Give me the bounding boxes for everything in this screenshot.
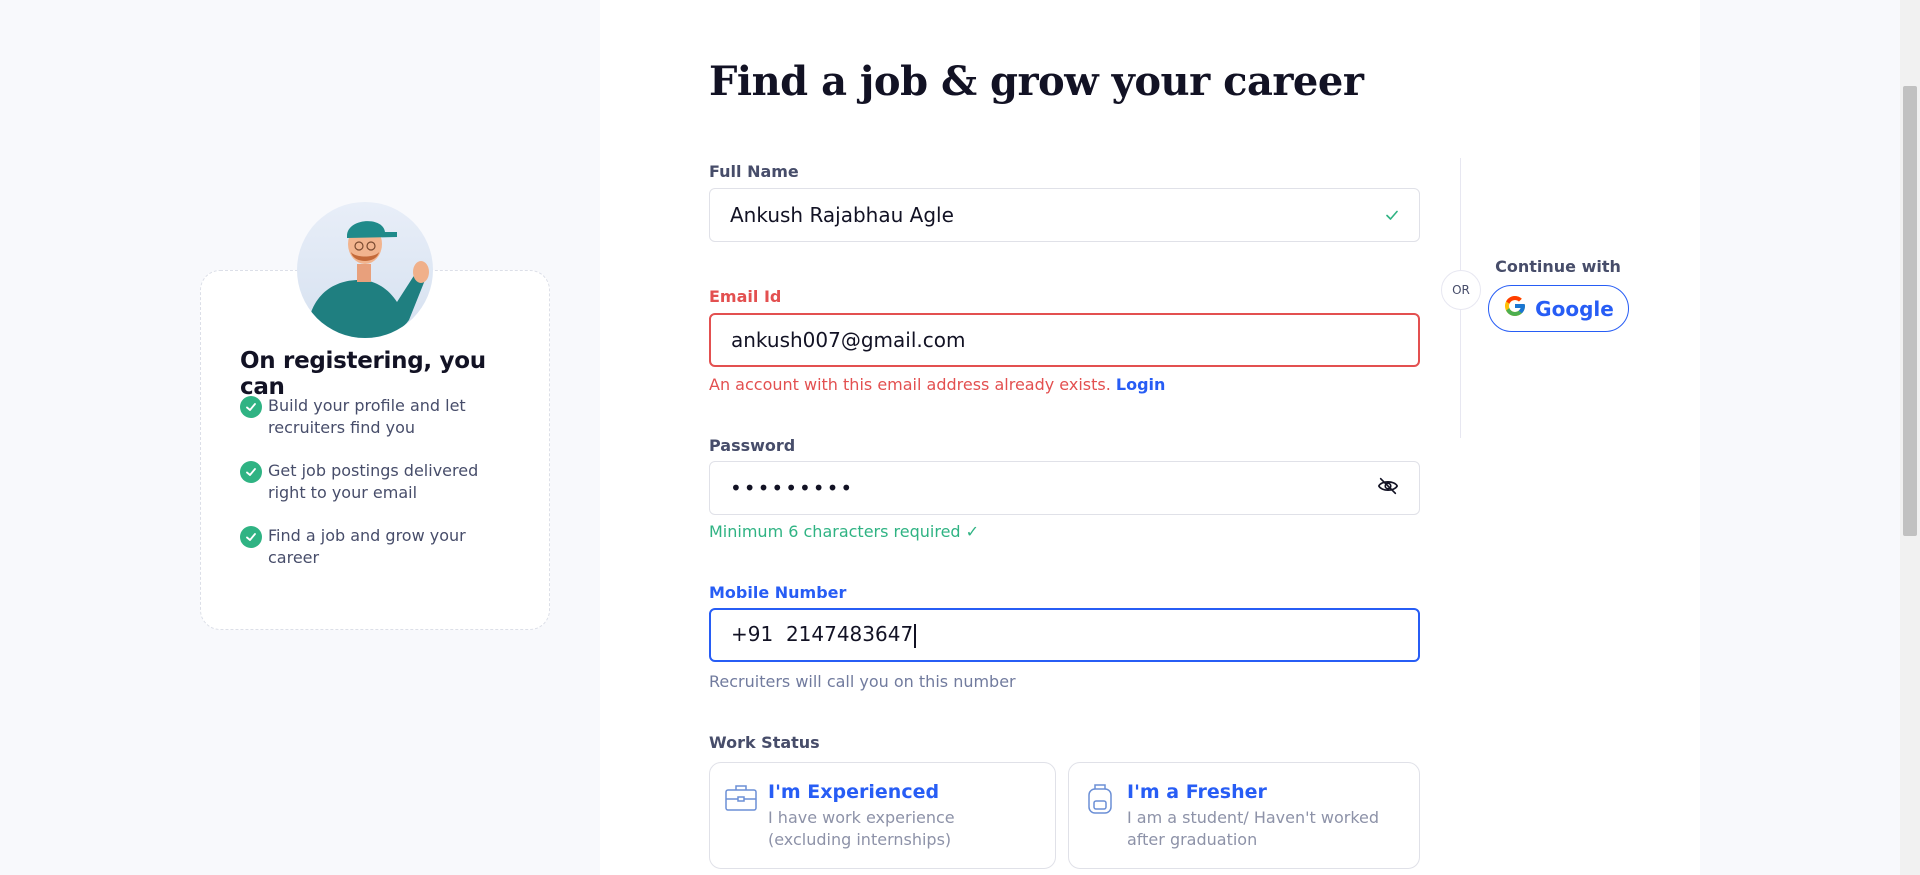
google-label: Google [1535, 296, 1614, 321]
eye-off-icon[interactable] [1377, 475, 1399, 502]
full-name-value: Ankush Rajabhau Agle [730, 203, 954, 227]
password-value: ••••••••• [730, 476, 855, 500]
or-badge: OR [1441, 270, 1481, 310]
benefit-text: Get job postings delivered right to your… [268, 461, 479, 502]
password-label: Password [709, 436, 796, 455]
password-input[interactable]: ••••••••• [709, 461, 1420, 515]
scrollbar-thumb[interactable] [1903, 86, 1917, 536]
mobile-input[interactable]: +91 2147483647 [709, 608, 1420, 662]
mobile-hint: Recruiters will call you on this number [709, 672, 1016, 691]
backpack-icon [1083, 781, 1117, 850]
check-circle-icon [240, 461, 262, 483]
page-title: Find a job & grow your career [709, 58, 1364, 105]
fresher-option[interactable]: I'm a Fresher I am a student/ Haven't wo… [1068, 762, 1420, 869]
email-value: ankush007@gmail.com [731, 328, 966, 352]
page-scrollbar[interactable] [1900, 0, 1920, 875]
full-name-input[interactable]: Ankush Rajabhau Agle [709, 188, 1420, 242]
email-label: Email Id [709, 287, 782, 306]
text-cursor [914, 623, 917, 648]
password-hint: Minimum 6 characters required ✓ [709, 522, 980, 541]
work-status-label: Work Status [709, 733, 820, 752]
email-error-message: An account with this email address alrea… [709, 375, 1165, 394]
google-signin-button[interactable]: Google [1488, 285, 1629, 332]
benefit-text: Find a job and grow your career [268, 526, 466, 567]
benefit-text: Build your profile and let recruiters fi… [268, 396, 466, 437]
experienced-desc: I have work experience (excluding intern… [768, 808, 955, 849]
fresher-title: I'm a Fresher [1127, 781, 1267, 803]
google-logo-icon [1503, 294, 1527, 323]
experienced-title: I'm Experienced [768, 781, 940, 803]
benefit-item: Get job postings delivered right to your… [240, 460, 500, 504]
check-circle-icon [240, 526, 262, 548]
country-code: +91 [731, 622, 774, 647]
benefit-item: Build your profile and let recruiters fi… [240, 395, 500, 439]
valid-check-icon [1385, 203, 1399, 227]
illustration-avatar [297, 202, 433, 338]
briefcase-icon [724, 781, 758, 850]
benefits-heading: On registering, you can [240, 348, 486, 400]
experienced-option[interactable]: I'm Experienced I have work experience (… [709, 762, 1056, 869]
fresher-desc: I am a student/ Haven't worked after gra… [1127, 808, 1380, 849]
email-input[interactable]: ankush007@gmail.com [709, 313, 1420, 367]
benefit-item: Find a job and grow your career [240, 525, 500, 569]
full-name-label: Full Name [709, 162, 799, 181]
login-link[interactable]: Login [1116, 375, 1166, 394]
email-error-text: An account with this email address alrea… [709, 375, 1111, 394]
mobile-label: Mobile Number [709, 583, 847, 602]
check-circle-icon [240, 396, 262, 418]
mobile-value: 2147483647 [785, 622, 914, 647]
continue-with-label: Continue with [1495, 257, 1621, 276]
